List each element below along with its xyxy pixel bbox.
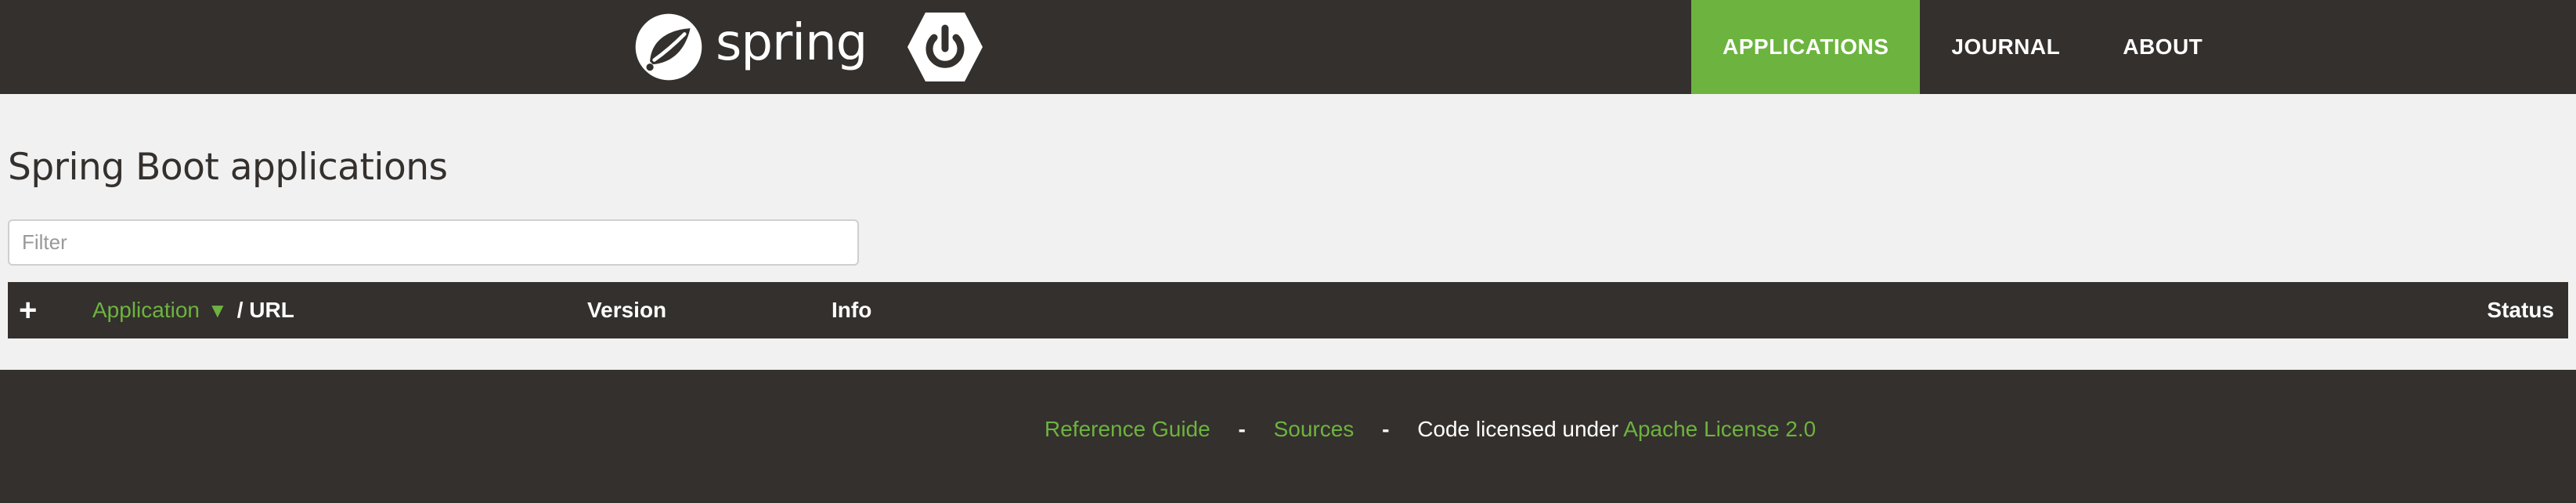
plus-icon[interactable]: + bbox=[19, 282, 37, 338]
spring-brand[interactable]: spring bbox=[633, 0, 984, 94]
footer-links: Reference Guide - Sources - Code license… bbox=[1044, 417, 1816, 442]
nav-about[interactable]: ABOUT bbox=[2091, 0, 2234, 94]
spring-leaf-icon bbox=[635, 13, 702, 81]
sort-down-icon[interactable]: ▼ bbox=[207, 299, 228, 323]
filter-input[interactable] bbox=[8, 219, 859, 266]
page-title: Spring Boot applications bbox=[8, 146, 448, 189]
reference-guide-link[interactable]: Reference Guide bbox=[1044, 417, 1210, 441]
sources-link[interactable]: Sources bbox=[1274, 417, 1355, 441]
column-status: Status bbox=[2487, 298, 2554, 322]
license-text: Code licensed under bbox=[1417, 417, 1624, 441]
footer-separator: - bbox=[1238, 417, 1246, 441]
brand-text: spring bbox=[716, 14, 868, 72]
url-column-label: / URL bbox=[236, 298, 294, 322]
footer: Reference Guide - Sources - Code license… bbox=[0, 370, 2576, 503]
applications-table-header: + Application ▼ / URL Version Info Statu… bbox=[8, 282, 2568, 338]
top-navbar: spring APPLICATIONS JOURNAL ABOUT bbox=[0, 0, 2576, 94]
nav-journal[interactable]: JOURNAL bbox=[1920, 0, 2091, 94]
sort-by-application[interactable]: Application bbox=[92, 298, 200, 323]
apache-license-link[interactable]: Apache License 2.0 bbox=[1623, 417, 1816, 441]
footer-separator: - bbox=[1382, 417, 1390, 441]
column-version: Version bbox=[587, 298, 667, 322]
column-application-url: Application ▼ / URL bbox=[92, 282, 294, 338]
nav-applications[interactable]: APPLICATIONS bbox=[1691, 0, 1921, 94]
power-icon bbox=[907, 13, 983, 81]
column-info: Info bbox=[832, 298, 872, 322]
main-nav: APPLICATIONS JOURNAL ABOUT bbox=[1691, 0, 2234, 94]
